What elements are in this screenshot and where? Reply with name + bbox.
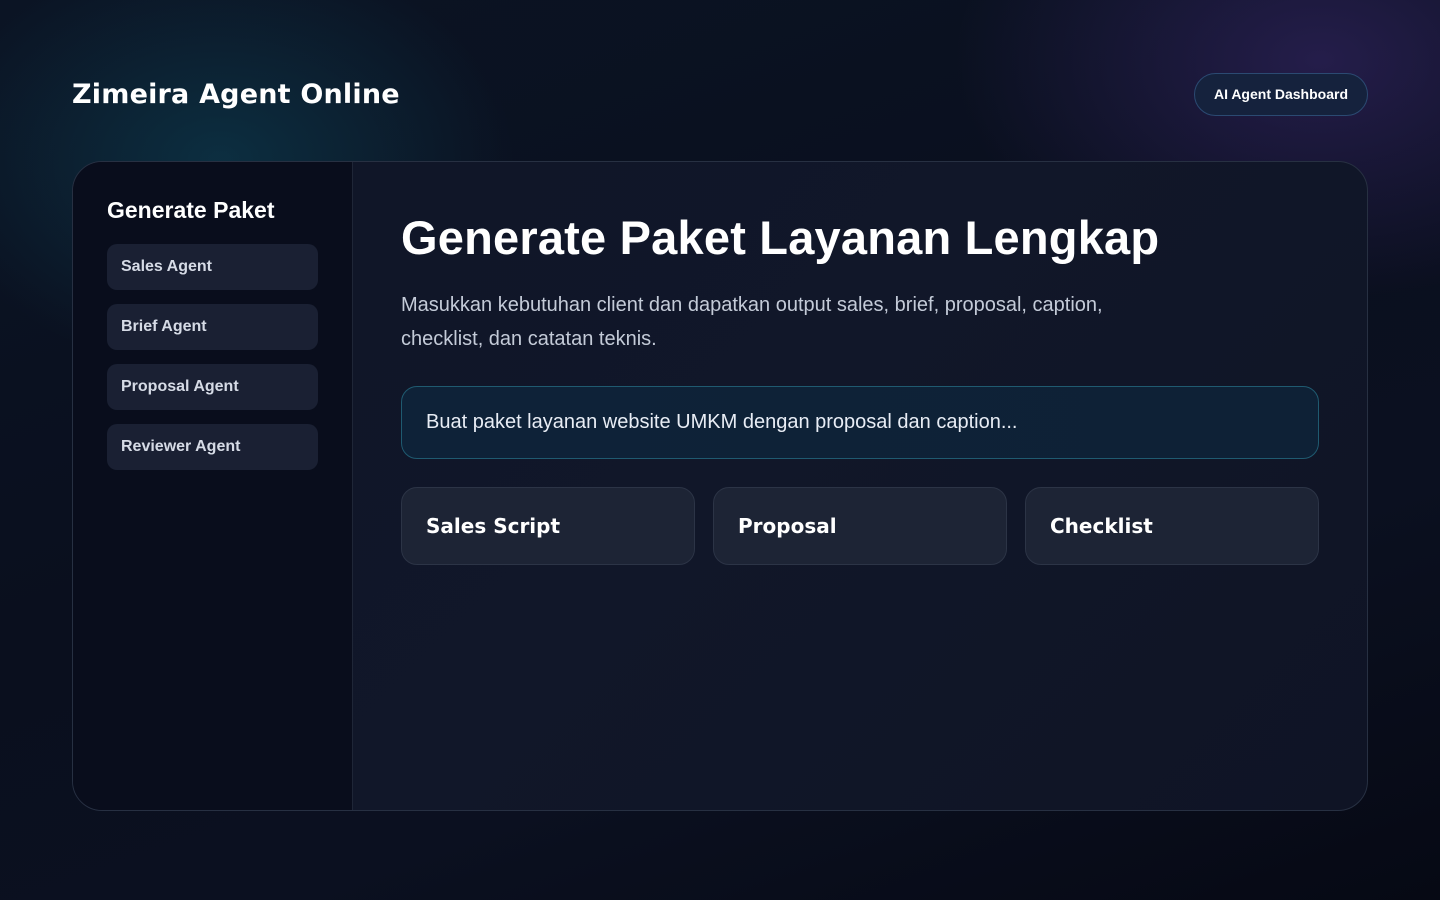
prompt-input-container[interactable] — [401, 386, 1319, 459]
card-label: Proposal — [738, 514, 837, 538]
sidebar: Generate Paket Sales Agent Brief Agent P… — [73, 162, 353, 810]
card-proposal[interactable]: Proposal — [713, 487, 1007, 565]
card-sales-script[interactable]: Sales Script — [401, 487, 695, 565]
main-content: Generate Paket Layanan Lengkap Masukkan … — [353, 162, 1367, 810]
card-label: Checklist — [1050, 514, 1153, 538]
dashboard-badge-button[interactable]: AI Agent Dashboard — [1193, 72, 1368, 116]
card-checklist[interactable]: Checklist — [1025, 487, 1319, 565]
card-label: Sales Script — [426, 514, 561, 538]
page-description: Masukkan kebutuhan client dan dapatkan o… — [401, 294, 1103, 350]
sidebar-item-proposal-agent[interactable]: Proposal Agent — [107, 364, 318, 410]
top-bar: Zimeira Agent Online AI Agent Dashboard — [72, 72, 1368, 116]
prompt-input[interactable] — [426, 411, 1318, 434]
output-cards: Sales Script Proposal Checklist — [401, 487, 1319, 565]
sidebar-item-sales-agent[interactable]: Sales Agent — [107, 244, 318, 290]
sidebar-item-reviewer-agent[interactable]: Reviewer Agent — [107, 424, 318, 470]
app-title: Zimeira Agent Online — [72, 78, 400, 110]
sidebar-title: Generate Paket — [107, 197, 275, 223]
page-title: Generate Paket Layanan Lengkap — [401, 211, 1160, 264]
sidebar-item-brief-agent[interactable]: Brief Agent — [107, 304, 318, 350]
main-panel: Generate Paket Sales Agent Brief Agent P… — [72, 161, 1368, 811]
